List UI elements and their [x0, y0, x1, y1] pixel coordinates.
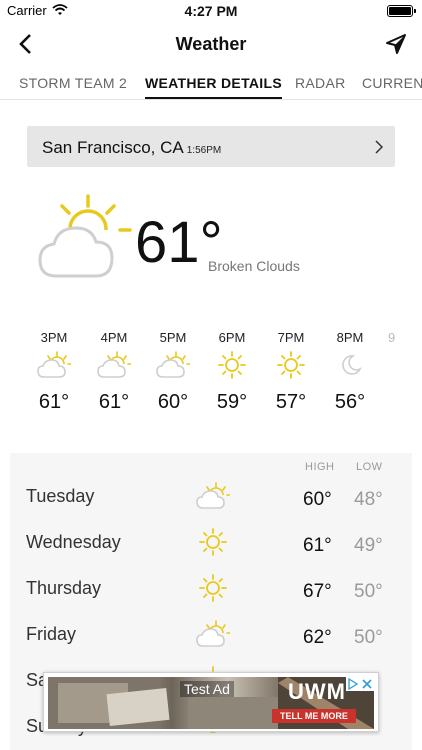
hour-temperature: 61° — [98, 391, 130, 413]
day-high: 67° — [303, 581, 332, 602]
location-city: San Francisco, CA 1:56PM — [42, 138, 221, 158]
day-low: 50° — [354, 627, 383, 648]
hour-temperature: 59° — [216, 391, 248, 413]
nav-bar: Weather — [0, 22, 422, 66]
hour-temperature: 56° — [334, 391, 366, 413]
tab-weather-details[interactable]: WEATHER DETAILS — [145, 75, 282, 99]
hour-time: 3PM — [40, 330, 68, 345]
hour-time: 5PM — [159, 330, 187, 345]
day-low: 50° — [354, 581, 383, 602]
hourly-item: 5PM 60° — [148, 330, 198, 414]
hourly-item: 6PM 59° — [207, 330, 257, 414]
hour-time: 7PM — [277, 330, 305, 345]
daily-row: Tuesday 60° 48° — [10, 480, 412, 520]
daily-row: Wednesday 61° 49° — [10, 526, 412, 566]
day-name: Friday — [26, 624, 77, 644]
tab-bar: STORM TEAM 2 WEATHER DETAILS RADAR CURRE… — [0, 66, 422, 100]
moon-icon — [333, 351, 367, 379]
partly-cloudy-icon — [196, 620, 231, 648]
tab-radar[interactable]: RADAR — [295, 75, 346, 91]
sun-icon — [196, 528, 230, 556]
ad-choices-icon[interactable] — [346, 677, 374, 691]
hour-temperature: 57° — [275, 391, 307, 413]
daily-row: Thursday 67° 50° — [10, 572, 412, 612]
partly-cloudy-icon — [37, 351, 72, 379]
chevron-right-icon — [373, 139, 385, 155]
hourly-item: 3PM 61° — [29, 330, 79, 414]
location-arrow-icon[interactable] — [384, 32, 408, 56]
ad-brand-logo: UWM — [288, 679, 346, 704]
ad-banner[interactable]: Test Ad UWM TELL ME MORE — [43, 672, 379, 732]
day-high: 61° — [303, 535, 332, 556]
current-condition: Broken Clouds — [208, 258, 300, 274]
sun-icon — [274, 351, 308, 379]
partly-cloudy-icon — [196, 482, 231, 510]
hourly-item: 8PM 56° — [325, 330, 375, 414]
hour-time: 8PM — [336, 330, 364, 345]
hourly-item: 7PM 57° — [266, 330, 316, 414]
day-name: Wednesday — [26, 532, 121, 552]
partly-cloudy-icon — [36, 194, 132, 280]
day-high: 62° — [303, 627, 332, 648]
low-header: LOW — [356, 461, 383, 473]
partly-cloudy-icon — [156, 351, 191, 379]
high-header: HIGH — [305, 461, 335, 473]
hour-temperature: 60° — [157, 391, 189, 413]
daily-row: Friday 62° 50° — [10, 618, 412, 658]
hour-temperature: 61° — [38, 391, 70, 413]
current-conditions: 61° Broken Clouds — [0, 190, 422, 290]
sun-icon — [215, 351, 249, 379]
hour-time: 6PM — [218, 330, 246, 345]
hourly-forecast[interactable]: 3PM 61° 4PM 61° 5PM 60° 6PM 59° 7PM 57° … — [0, 330, 422, 430]
hourly-item-partial: 9 — [388, 330, 408, 345]
hourly-item: 4PM 61° — [89, 330, 139, 414]
tab-storm-team-2[interactable]: STORM TEAM 2 — [19, 75, 127, 91]
day-high: 60° — [303, 489, 332, 510]
partly-cloudy-icon — [97, 351, 132, 379]
location-city-name: San Francisco, CA — [42, 138, 184, 157]
ad-label: Test Ad — [180, 681, 234, 697]
page-title: Weather — [175, 34, 247, 54]
location-time: 1:56PM — [186, 145, 222, 156]
tab-current[interactable]: CURRENT — [362, 75, 422, 91]
day-low: 48° — [354, 489, 383, 510]
hour-time: 4PM — [100, 330, 128, 345]
location-selector[interactable]: San Francisco, CA 1:56PM — [27, 126, 395, 167]
hour-time-clipped: 9 — [388, 330, 396, 345]
ad-cta-button[interactable]: TELL ME MORE — [272, 709, 356, 723]
battery-icon — [387, 5, 416, 17]
day-name: Thursday — [26, 578, 102, 598]
day-name: Tuesday — [26, 486, 95, 506]
day-low: 49° — [354, 535, 383, 556]
sun-icon — [196, 574, 230, 602]
status-time: 4:27 PM — [184, 3, 238, 19]
status-bar: Carrier 4:27 PM — [0, 0, 422, 22]
